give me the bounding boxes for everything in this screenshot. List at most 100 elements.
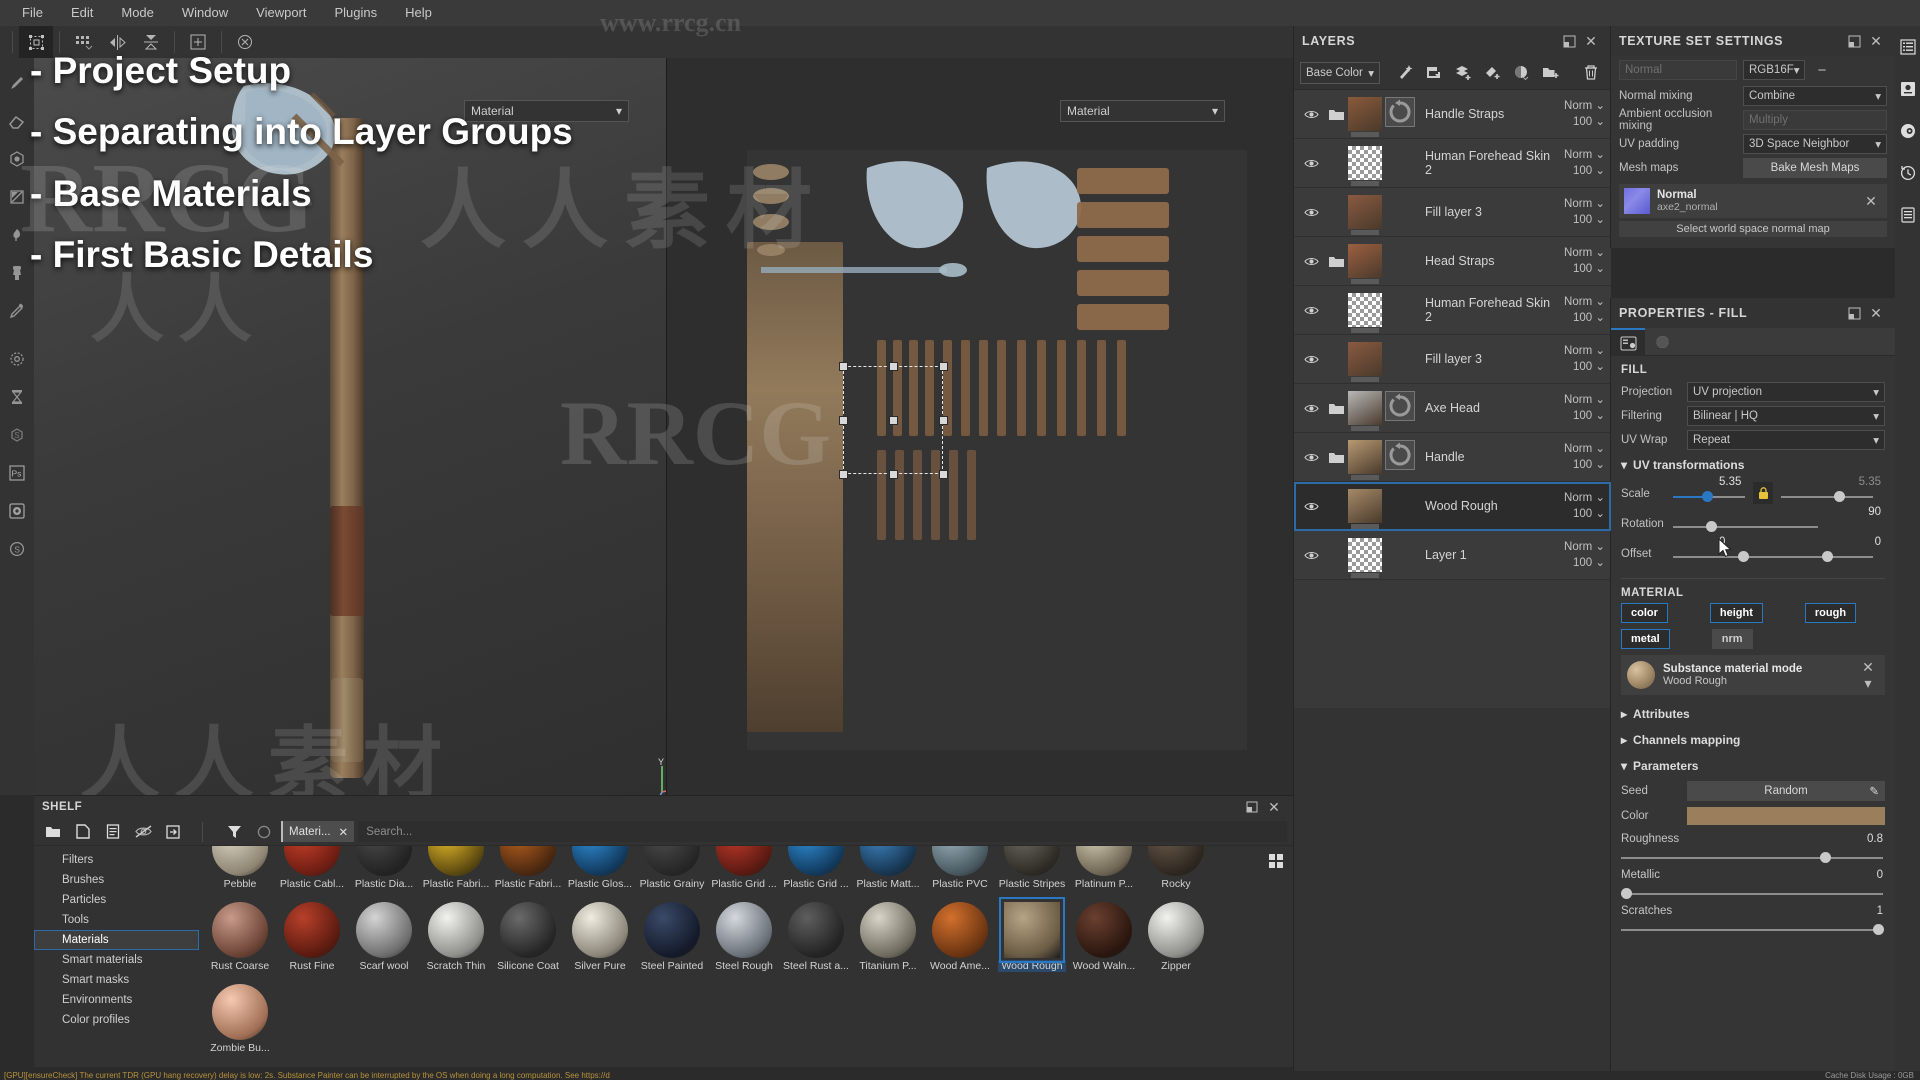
uv-handle-bc[interactable] bbox=[889, 470, 898, 479]
layer-thumbnail[interactable] bbox=[1348, 293, 1382, 327]
layer-row[interactable]: Head StrapsNorm ⌄100 ⌄ bbox=[1294, 237, 1611, 286]
layer-thumbnail[interactable] bbox=[1348, 146, 1382, 180]
layer-row[interactable]: Fill layer 3Norm ⌄100 ⌄ bbox=[1294, 335, 1611, 384]
eye-icon[interactable] bbox=[1298, 550, 1324, 561]
material-selection-icon[interactable] bbox=[19, 26, 53, 58]
menu-item-plugins[interactable]: Plugins bbox=[320, 0, 391, 26]
material-channel-height[interactable]: height bbox=[1710, 603, 1763, 623]
uv-transform-slider-left[interactable] bbox=[1673, 490, 1745, 504]
layer-row[interactable]: Fill layer 3Norm ⌄100 ⌄ bbox=[1294, 188, 1611, 237]
tss-row-value[interactable]: 3D Space Neighbor▾ bbox=[1743, 134, 1887, 154]
shelf-material-item[interactable]: Plastic Dia... bbox=[350, 846, 418, 890]
shelf-material-item[interactable]: Rocky bbox=[1142, 846, 1210, 890]
shelf-material-item[interactable]: Plastic PVC bbox=[926, 846, 994, 890]
layer-blend-mode[interactable]: Norm ⌄ bbox=[1551, 196, 1607, 212]
select-world-space-normal-map-button[interactable]: Select world space normal map bbox=[1619, 221, 1887, 237]
shelf-material-item[interactable]: Plastic Fabri... bbox=[422, 846, 490, 890]
shelf-category-smart-masks[interactable]: Smart masks bbox=[34, 970, 199, 990]
menu-item-viewport[interactable]: Viewport bbox=[242, 0, 320, 26]
smudge-icon[interactable] bbox=[2, 216, 32, 254]
layer-opacity[interactable]: 100 ⌄ bbox=[1551, 359, 1607, 375]
symmetry-icon[interactable] bbox=[100, 26, 134, 58]
folder-icon[interactable] bbox=[1324, 255, 1348, 268]
uv-handle-tl[interactable] bbox=[839, 362, 848, 371]
parameter-slider[interactable] bbox=[1621, 923, 1883, 937]
add-anchor-icon[interactable] bbox=[181, 26, 215, 58]
shelf-material-item[interactable]: Titanium P... bbox=[854, 902, 922, 972]
shelf-material-item[interactable]: Wood Waln... bbox=[1070, 902, 1138, 972]
layer-row[interactable]: Handle StrapsNorm ⌄100 ⌄ bbox=[1294, 90, 1611, 139]
tss-channel-name[interactable]: Normal bbox=[1619, 60, 1737, 80]
substance-icon[interactable]: S bbox=[2, 416, 32, 454]
mask-tab-icon[interactable] bbox=[1645, 328, 1679, 356]
layer-opacity[interactable]: 100 ⌄ bbox=[1551, 261, 1607, 277]
viewport-2d-channel-combo[interactable]: Material ▾ bbox=[1060, 100, 1225, 122]
shelf-icon[interactable] bbox=[1895, 194, 1920, 236]
layer-mask-thumbnail[interactable] bbox=[1385, 97, 1419, 131]
eye-icon[interactable] bbox=[1298, 256, 1324, 267]
menu-item-window[interactable]: Window bbox=[168, 0, 242, 26]
shelf-material-grid[interactable]: PebblePlastic Cabl...Plastic Dia...Plast… bbox=[204, 846, 1262, 1068]
polygon-fill-icon[interactable] bbox=[2, 178, 32, 216]
shelf-category-tools[interactable]: Tools bbox=[34, 910, 199, 930]
new-icon[interactable] bbox=[70, 820, 96, 844]
eye-icon[interactable] bbox=[1298, 452, 1324, 463]
parameter-slider[interactable] bbox=[1621, 851, 1883, 865]
circle-icon[interactable] bbox=[251, 820, 277, 844]
shelf-material-item[interactable]: Steel Rust a... bbox=[782, 902, 850, 972]
filter-icon[interactable] bbox=[221, 820, 247, 844]
add-mask-icon[interactable] bbox=[1421, 60, 1447, 86]
layer-opacity[interactable]: 100 ⌄ bbox=[1551, 408, 1607, 424]
layer-thumbnail[interactable] bbox=[1348, 489, 1382, 523]
capture-icon[interactable] bbox=[2, 492, 32, 530]
layer-thumbnail[interactable] bbox=[1348, 195, 1382, 229]
shelf-material-item[interactable]: Silicone Coat bbox=[494, 902, 562, 972]
shelf-material-item[interactable]: Rust Fine bbox=[278, 902, 346, 972]
layer-opacity[interactable]: 100 ⌄ bbox=[1551, 310, 1607, 326]
shelf-category-list[interactable]: FiltersBrushesParticlesToolsMaterialsSma… bbox=[34, 846, 199, 1068]
substance-source-icon[interactable]: S bbox=[2, 530, 32, 568]
fill-field-select[interactable]: Repeat▾ bbox=[1687, 430, 1885, 450]
hide-icon[interactable] bbox=[130, 820, 156, 844]
close-icon[interactable]: ✕ bbox=[1263, 796, 1285, 818]
material-channel-rough[interactable]: rough bbox=[1805, 603, 1856, 623]
uv-handle-bl[interactable] bbox=[839, 470, 848, 479]
eraser-icon[interactable] bbox=[2, 102, 32, 140]
layer-blend-mode[interactable]: Norm ⌄ bbox=[1551, 490, 1607, 506]
history-icon[interactable] bbox=[1895, 152, 1920, 194]
shelf-category-environments[interactable]: Environments bbox=[34, 990, 199, 1010]
particles-icon[interactable] bbox=[2, 340, 32, 378]
close-icon[interactable]: ✕ bbox=[339, 825, 349, 839]
layer-blend-mode[interactable]: Norm ⌄ bbox=[1551, 392, 1607, 408]
layer-row[interactable]: Axe HeadNorm ⌄100 ⌄ bbox=[1294, 384, 1611, 433]
shelf-material-item[interactable]: Scratch Thin bbox=[422, 902, 490, 972]
folder-icon[interactable] bbox=[40, 820, 66, 844]
menu-item-file[interactable]: File bbox=[8, 0, 57, 26]
eye-icon[interactable] bbox=[1298, 158, 1324, 169]
material-channel-metal[interactable]: metal bbox=[1621, 629, 1670, 649]
material-channel-color[interactable]: color bbox=[1621, 603, 1668, 623]
shelf-active-filter-chip[interactable]: Materi... ✕ bbox=[281, 821, 354, 842]
accordion-attributes[interactable]: ▸Attributes bbox=[1611, 701, 1895, 727]
shelf-material-item[interactable]: Steel Painted bbox=[638, 902, 706, 972]
paint-brush-icon[interactable] bbox=[2, 64, 32, 102]
menu-item-mode[interactable]: Mode bbox=[107, 0, 168, 26]
material-channel-nrm[interactable]: nrm bbox=[1712, 629, 1753, 649]
layer-blend-mode[interactable]: Norm ⌄ bbox=[1551, 441, 1607, 457]
layer-mask-thumbnail[interactable] bbox=[1385, 440, 1419, 474]
layer-row[interactable]: Human Forehead Skin 2Norm ⌄100 ⌄ bbox=[1294, 139, 1611, 188]
layer-blend-mode[interactable]: Norm ⌄ bbox=[1551, 539, 1607, 555]
shelf-material-item[interactable]: Zipper bbox=[1142, 902, 1210, 972]
shelf-material-item[interactable]: Plastic Grainy bbox=[638, 846, 706, 890]
shelf-material-item[interactable]: Scarf wool bbox=[350, 902, 418, 972]
document-icon[interactable] bbox=[100, 820, 126, 844]
eye-icon[interactable] bbox=[1298, 354, 1324, 365]
undock-icon[interactable] bbox=[1843, 30, 1865, 52]
layer-blend-mode[interactable]: Norm ⌄ bbox=[1551, 343, 1607, 359]
shelf-material-item[interactable]: Plastic Grid ... bbox=[710, 846, 778, 890]
layer-opacity[interactable]: 100 ⌄ bbox=[1551, 555, 1607, 571]
shelf-category-smart-materials[interactable]: Smart materials bbox=[34, 950, 199, 970]
layer-row[interactable]: Human Forehead Skin 2Norm ⌄100 ⌄ bbox=[1294, 286, 1611, 335]
viewport-3d[interactable]: Material ▾ Y X Z bbox=[34, 58, 666, 795]
layer-thumbnail[interactable] bbox=[1348, 538, 1382, 572]
